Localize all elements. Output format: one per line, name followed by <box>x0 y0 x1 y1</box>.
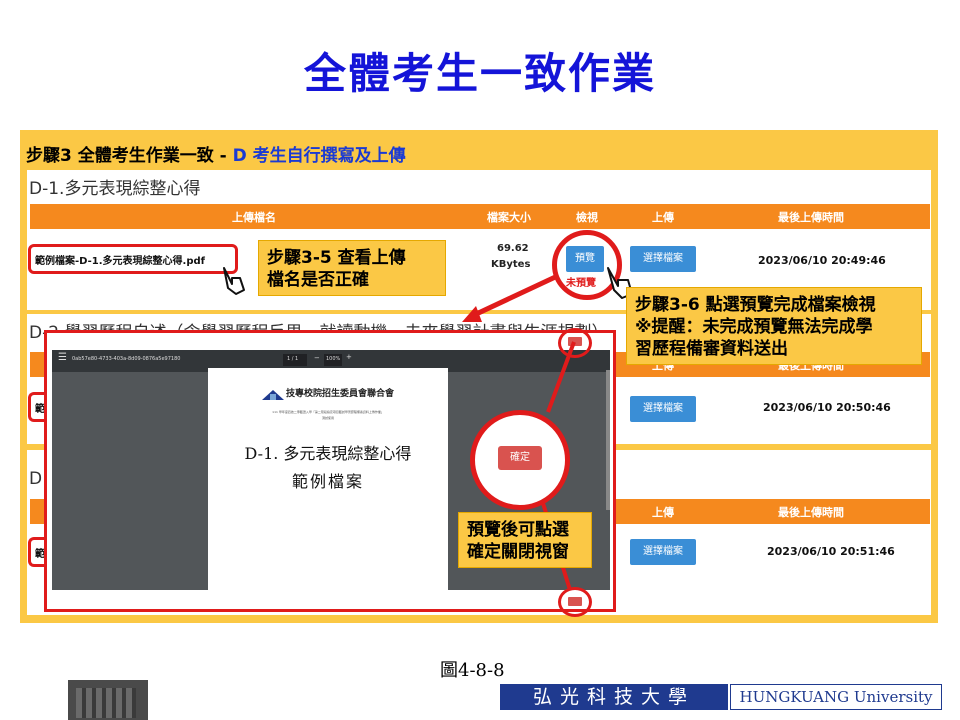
callout-step-3-5-line1: 步驟3-5 查看上傳 <box>267 248 406 268</box>
callout-step-3-6-line1: 步驟3-6 點選預覽完成檔案檢視 <box>635 295 876 315</box>
building-windows <box>76 688 136 718</box>
callout-step-3-5: 步驟3-5 查看上傳 檔名是否正確 <box>258 240 446 296</box>
confirm-button[interactable]: 確定 <box>498 446 542 470</box>
callout-close-line2: 確定關閉視窗 <box>467 542 569 562</box>
callout-step-3-5-line2: 檔名是否正確 <box>267 270 369 290</box>
preview-button-magnified[interactable]: 預覽 <box>566 246 604 272</box>
callout-step-3-6: 步驟3-6 點選預覽完成檔案檢視 ※提醒：未完成預覽無法完成學 習歷程備審資料送… <box>626 287 922 365</box>
callout-step-3-6-line2: ※提醒：未完成預覽無法完成學 <box>635 317 873 337</box>
pointer-hand-icon <box>218 262 254 298</box>
footer-university-en: HUNGKUANG University <box>730 684 942 710</box>
footer-university-cn: 弘光科技大學 <box>500 684 728 710</box>
callout-close-window: 預覽後可點選 確定關閉視窗 <box>458 512 592 568</box>
callout-close-line1: 預覽後可點選 <box>467 520 569 540</box>
not-previewed-magnified: 未預覽 <box>566 278 596 289</box>
callout-step-3-6-line3: 習歷程備審資料送出 <box>635 339 788 359</box>
figure-caption: 圖4-8-8 <box>440 660 505 681</box>
